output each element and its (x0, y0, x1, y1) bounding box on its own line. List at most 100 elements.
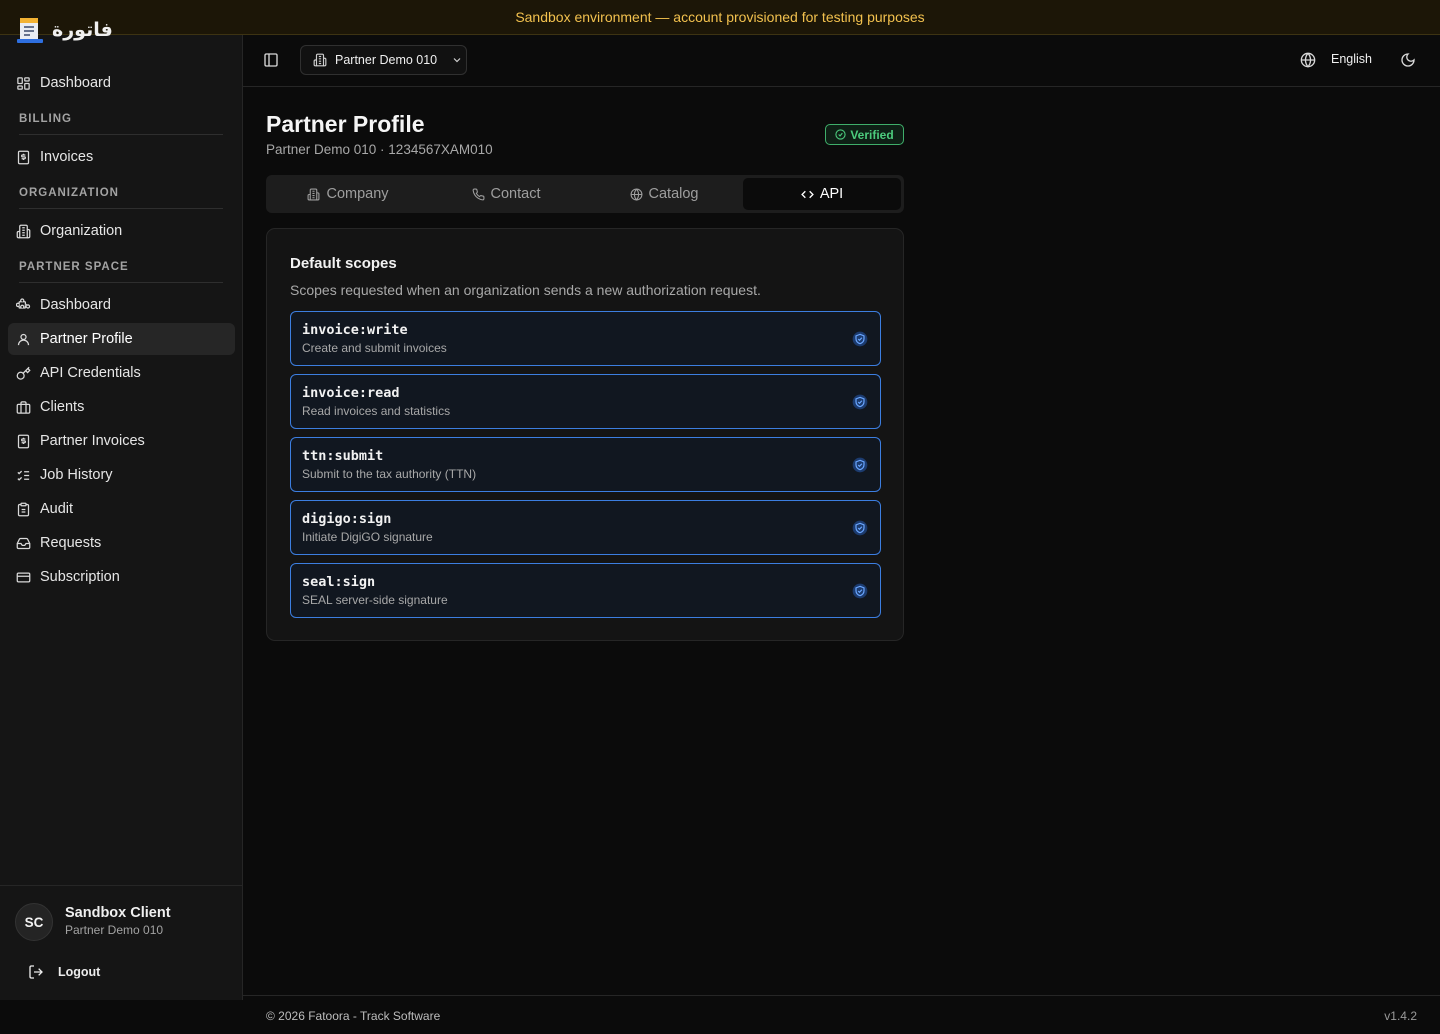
tab-label: Company (326, 186, 389, 202)
page-title: Partner Profile (266, 111, 425, 137)
scope-description: Initiate DigiGO signature (302, 530, 433, 544)
sidebar-item-label: Organization (40, 223, 123, 239)
default-scopes-card: Default scopes Scopes requested when an … (266, 228, 904, 641)
user-name: Sandbox Client (65, 905, 171, 921)
sidebar-section-organization: ORGANIZATION (8, 175, 235, 215)
phone-icon (472, 188, 484, 200)
globe-icon (630, 188, 642, 201)
card-title: Default scopes (290, 255, 397, 272)
banner-text: Sandbox environment — account provisione… (515, 9, 925, 25)
scope-name: seal:sign (302, 574, 376, 590)
section-divider (19, 282, 223, 283)
sidebar-item-label: Dashboard (40, 297, 111, 313)
copyright: © 2026 Fatoora - Track Software (266, 1009, 441, 1023)
scope-item[interactable]: invoice:write Create and submit invoices (290, 311, 881, 366)
sidebar-toggle-icon[interactable] (263, 52, 279, 68)
scope-name: ttn:submit (302, 448, 384, 464)
scope-item[interactable]: ttn:submit Submit to the tax authority (… (290, 437, 881, 492)
logout-icon (29, 965, 43, 979)
sidebar-item-subscription[interactable]: Subscription (8, 561, 235, 593)
sidebar-item-job-history[interactable]: Job History (8, 459, 235, 491)
brand-name: فاتورة (52, 19, 113, 41)
sidebar-section-billing: BILLING (8, 101, 235, 141)
sidebar-item-audit[interactable]: Audit (8, 493, 235, 525)
scope-description: Read invoices and statistics (302, 404, 451, 418)
grid-icon (17, 76, 30, 90)
sidebar-item-api-credentials[interactable]: API Credentials (8, 357, 235, 389)
sidebar-nav: Dashboard BILLING Invoices ORGANIZATION … (8, 67, 235, 595)
globe-icon[interactable] (1300, 52, 1316, 68)
profile-tabs: Company Contact Catalog API (266, 175, 904, 213)
tab-label: Contact (490, 186, 541, 202)
shield-check-icon (852, 331, 868, 347)
sidebar-item-partner-invoices[interactable]: Partner Invoices (8, 425, 235, 457)
sidebar: Dashboard BILLING Invoices ORGANIZATION … (0, 0, 243, 1000)
puzzle-icon (16, 297, 31, 309)
tab-company[interactable]: Company (269, 178, 427, 210)
briefcase-icon (16, 400, 31, 414)
shield-check-icon (852, 394, 868, 410)
sidebar-item-partner-dashboard[interactable]: Dashboard (8, 289, 235, 321)
scope-item[interactable]: invoice:read Read invoices and statistic… (290, 374, 881, 429)
logout-button[interactable]: Logout (28, 962, 100, 982)
user-panel: SC Sandbox Client Partner Demo 010 Logou… (0, 885, 242, 1000)
app-version: v1.4.2 (1384, 1009, 1417, 1023)
shield-check-icon (852, 457, 868, 473)
building-icon (308, 188, 320, 200)
scope-item[interactable]: seal:sign SEAL server-side signature (290, 563, 881, 618)
tab-api[interactable]: API (743, 178, 901, 210)
sidebar-item-invoices[interactable]: Invoices (8, 141, 235, 173)
scope-description: Submit to the tax authority (TTN) (302, 467, 477, 481)
sidebar-item-label: Invoices (40, 149, 94, 165)
code-icon (800, 190, 814, 198)
organization-select[interactable]: Partner Demo 010 (300, 45, 467, 75)
moon-icon[interactable] (1400, 52, 1416, 68)
tab-catalog[interactable]: Catalog (585, 178, 743, 210)
invoice-logo-icon (17, 18, 43, 43)
sidebar-item-label: Clients (40, 399, 85, 415)
footer: © 2026 Fatoora - Track Software v1.4.2 (243, 995, 1440, 1034)
language-selector[interactable]: English (1331, 52, 1372, 66)
section-divider (19, 208, 223, 209)
shield-check-icon (852, 520, 868, 536)
scope-name: invoice:write (302, 322, 408, 338)
sidebar-item-dashboard[interactable]: Dashboard (8, 67, 235, 99)
shield-check-icon (852, 583, 868, 599)
check-circle-icon (835, 129, 846, 140)
sidebar-item-label: Audit (40, 501, 74, 517)
inbox-icon (16, 537, 31, 549)
sidebar-item-clients[interactable]: Clients (8, 391, 235, 423)
sidebar-item-organization[interactable]: Organization (8, 215, 235, 247)
scope-item[interactable]: digigo:sign Initiate DigiGO signature (290, 500, 881, 555)
chevron-down-icon (453, 58, 461, 63)
topbar: Partner Demo 010 English (243, 35, 1440, 87)
sidebar-item-label: Subscription (40, 569, 120, 585)
receipt-icon (17, 434, 30, 448)
sidebar-item-label: Partner Profile (40, 331, 133, 347)
user-org: Partner Demo 010 (65, 923, 164, 937)
section-label: BILLING (19, 113, 72, 125)
scope-description: Create and submit invoices (302, 341, 447, 355)
scope-name: invoice:read (302, 385, 400, 401)
status-badge-label: Verified (850, 127, 894, 142)
tab-label: API (819, 186, 844, 202)
sidebar-item-label: Job History (40, 467, 113, 483)
card-description: Scopes requested when an organization se… (290, 282, 761, 298)
sidebar-item-partner-profile[interactable]: Partner Profile (8, 323, 235, 355)
clipboard-icon (17, 502, 30, 516)
sidebar-section-partner: PARTNER SPACE (8, 249, 235, 289)
sidebar-item-label: Partner Invoices (40, 433, 145, 449)
key-icon (16, 366, 31, 380)
sidebar-item-requests[interactable]: Requests (8, 527, 235, 559)
status-badge: Verified (825, 124, 904, 145)
scope-name: digigo:sign (302, 511, 392, 527)
avatar[interactable]: SC (15, 903, 53, 941)
tab-label: Catalog (648, 186, 699, 202)
building-icon (16, 224, 31, 238)
scope-description: SEAL server-side signature (302, 593, 448, 607)
tab-contact[interactable]: Contact (427, 178, 585, 210)
page-subtitle: Partner Demo 010 · 1234567XAM010 (266, 142, 493, 157)
logout-label: Logout (58, 965, 101, 979)
brand[interactable]: فاتورة (16, 14, 113, 46)
sidebar-item-label: API Credentials (40, 365, 141, 381)
